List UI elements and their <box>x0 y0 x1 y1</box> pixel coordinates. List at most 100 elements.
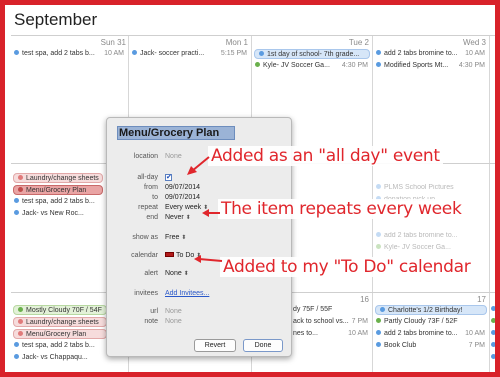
event-title: Modified Sports Mt... <box>384 62 449 69</box>
event-title: 1st day of school- 7th grade... <box>267 51 360 58</box>
event-title: H <box>496 330 500 337</box>
event-title: Jack- vs Chappaqu... <box>22 354 88 361</box>
event-dot-icon <box>376 184 381 189</box>
all-day-checkbox[interactable]: ✔ <box>165 174 172 181</box>
from-date-field[interactable]: 09/07/2014 <box>165 184 200 191</box>
weather-event[interactable]: dy 75F / 55F <box>293 305 370 315</box>
event-title: Mostly Cloudy 70F / 54F <box>26 307 102 314</box>
calendar-event[interactable]: PLMS School Pictures <box>375 183 485 193</box>
show-as-select[interactable]: Free ⬍ <box>165 234 186 241</box>
all-day-event[interactable]: 1st day of school- 7th grade... <box>254 49 370 59</box>
day-header-sun[interactable]: Sun 31 <box>71 38 126 47</box>
alert-select[interactable]: None ⬍ <box>165 270 189 277</box>
calendar-event[interactable]: P <box>491 317 495 327</box>
weather-event[interactable]: Mostly Cloudy 70F / 54F <box>13 305 107 315</box>
calendar-event[interactable]: nes to... 10 AM <box>293 329 370 339</box>
event-title: Laundry/change sheets <box>26 319 99 326</box>
calendar-event[interactable]: Modified Sports Mt... 4:30 PM <box>375 61 487 71</box>
event-dot-icon <box>18 319 23 324</box>
calendar-event[interactable]: ack to school vs... 7 PM <box>293 317 370 327</box>
all-day-event[interactable]: Menu/Grocery Plan <box>13 329 107 339</box>
arrow-icon <box>202 209 220 217</box>
day-header-tue[interactable]: Tue 2 <box>311 38 369 47</box>
event-title: add 2 tabs bromine to... <box>384 232 458 239</box>
event-dot-icon <box>14 342 19 347</box>
calendar-event[interactable]: add 2 tabs bromine to... 10 AM <box>375 49 487 59</box>
event-time: 10 AM <box>465 50 485 57</box>
event-title: C <box>496 306 500 313</box>
calendar-event[interactable]: H <box>491 329 500 339</box>
calendar-event[interactable]: C <box>491 305 500 315</box>
event-dot-icon <box>491 354 495 359</box>
revert-button[interactable]: Revert <box>194 339 236 352</box>
calendar-event[interactable]: Jack- vs New Roc... <box>13 209 103 219</box>
from-label: from <box>144 184 158 191</box>
event-dot-icon <box>14 210 19 215</box>
calendar-color-swatch <box>165 252 174 257</box>
note-field[interactable]: None <box>165 318 182 325</box>
grid-line <box>489 35 490 372</box>
calendar-event[interactable]: test spa, add 2 tabs b... <box>13 341 107 351</box>
event-dot-icon <box>255 62 260 67</box>
calendar-event[interactable]: test spa, add 2 tabs b... <box>13 197 103 207</box>
to-date-field[interactable]: 09/07/2014 <box>165 194 200 201</box>
calendar-event[interactable]: Kyle- JV Soccer Ga... <box>375 243 485 253</box>
calendar-event[interactable]: Jack- soccer practi... 5:15 PM <box>131 49 249 59</box>
event-title: test spa, add 2 tabs b... <box>22 342 95 349</box>
event-time: 10 AM <box>104 50 124 57</box>
event-dot-icon <box>376 244 381 249</box>
all-day-event-selected[interactable]: Menu/Grocery Plan <box>13 185 103 195</box>
event-title: add 2 tabs bromine to... <box>384 330 458 337</box>
event-dot-icon <box>18 175 23 180</box>
event-title: Menu/Grocery Plan <box>26 331 87 338</box>
event-title: Jack- vs New Roc... <box>22 210 84 217</box>
callout-todo-calendar: Added to my "To Do" calendar <box>220 257 474 277</box>
event-time: 7 PM <box>468 342 485 349</box>
event-title: Charlotte's 1/2 Birthday! <box>388 307 463 314</box>
day-header-mon[interactable]: Mon 1 <box>191 38 248 47</box>
event-dot-icon <box>376 232 381 237</box>
event-title: PLMS School Pictures <box>384 184 454 191</box>
calendar-event[interactable]: add 2 tabs bromine to... 10 AM <box>375 329 487 339</box>
add-invitees-link[interactable]: Add Invitees... <box>165 290 209 297</box>
select-arrows-icon: ⬍ <box>181 235 187 241</box>
event-dot-icon <box>376 62 381 67</box>
calendar-event[interactable]: Book Club 7 PM <box>375 341 487 351</box>
day-number[interactable]: 17 <box>431 295 486 304</box>
calendar-event[interactable]: Kyle- JV Soccer Ga... 4:30 PM <box>254 61 370 71</box>
event-dot-icon <box>376 318 381 323</box>
weather-event[interactable]: Partly Cloudy 73F / 52F <box>375 317 487 327</box>
event-time: 4:30 PM <box>341 62 368 69</box>
calendar-event[interactable]: add 2 tabs bromine to... <box>375 231 485 241</box>
end-value: Never <box>165 214 184 221</box>
event-title: add 2 tabs bromine to... <box>384 50 458 57</box>
select-arrows-icon: ⬍ <box>183 271 189 277</box>
all-day-event[interactable]: Laundry/change sheets <box>13 173 103 183</box>
day-number[interactable]: 16 <box>311 295 369 304</box>
all-day-event[interactable]: Charlotte's 1/2 Birthday! <box>375 305 487 315</box>
location-field[interactable]: None <box>165 153 182 160</box>
event-dot-icon <box>491 342 495 347</box>
day-header-wed[interactable]: Wed 3 <box>431 38 486 47</box>
url-field[interactable]: None <box>165 308 182 315</box>
event-title-field[interactable]: Menu/Grocery Plan <box>117 126 235 140</box>
show-as-label: show as <box>132 234 158 241</box>
calendar-value: To Do <box>176 252 195 259</box>
end-select[interactable]: Never ⬍ <box>165 214 191 221</box>
event-dot-icon <box>18 307 23 312</box>
calendar-window: September Sun 31 Mon 1 Tue 2 Wed 3 test … <box>0 0 500 377</box>
event-dot-icon <box>18 187 23 192</box>
calendar-event[interactable]: test spa, add 2 tabs b... 10 AM <box>13 49 126 59</box>
event-dot-icon <box>380 307 385 312</box>
event-dot-icon <box>14 354 19 359</box>
calendar-event[interactable]: Jack- vs Chappaqu... <box>13 353 107 363</box>
done-button[interactable]: Done <box>243 339 283 352</box>
event-title: Menu/Grocery Plan <box>26 187 87 194</box>
all-day-event[interactable]: Laundry/change sheets <box>13 317 107 327</box>
calendar-event[interactable]: K <box>491 341 500 351</box>
calendar-label: calendar <box>131 252 158 259</box>
calendar-event[interactable]: F <box>491 353 495 363</box>
event-dot-icon <box>491 306 495 311</box>
location-label: location <box>133 153 158 160</box>
event-title: K <box>496 342 500 349</box>
